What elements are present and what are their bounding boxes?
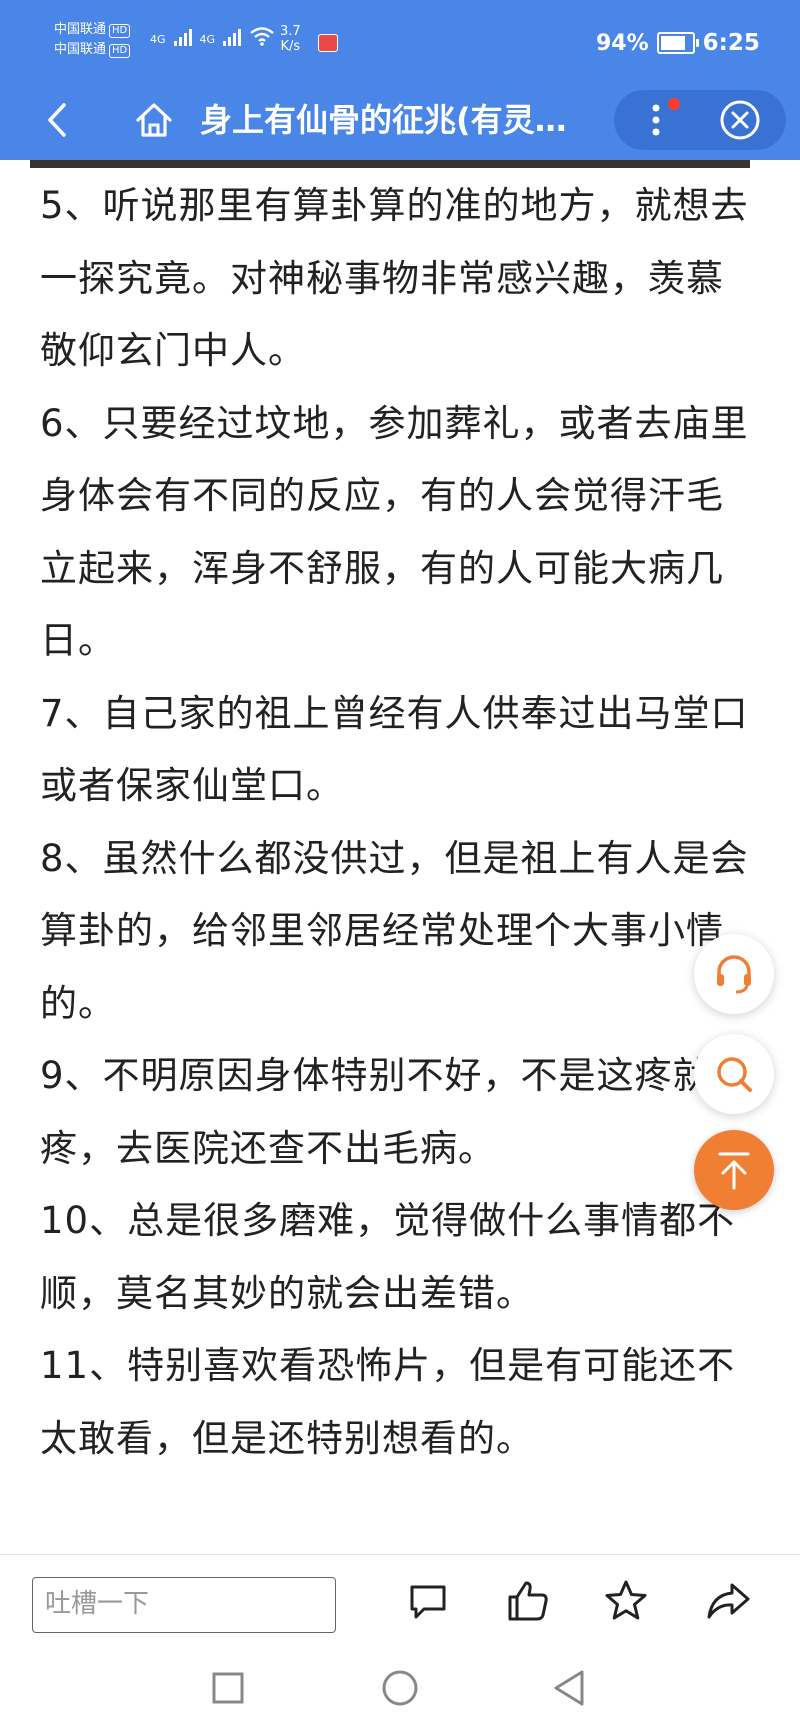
article-paragraph: 8、虽然什么都没供过，但是祖上有人是会算卦的，给邻里邻居经常处理个大事小情的。 <box>40 836 749 1025</box>
notification-app-icon <box>318 34 338 52</box>
speed-unit: K/s <box>280 39 301 54</box>
search-icon <box>717 1057 752 1092</box>
system-navigation-bar <box>0 1642 800 1734</box>
hd-badge: HD <box>109 44 131 58</box>
clock: 6:25 <box>702 30 760 56</box>
network-speed: 3.7 K/s <box>280 24 301 54</box>
bottom-action-bar: 吐槽一下 <box>0 1554 800 1643</box>
signal-bars-icon <box>173 26 192 46</box>
network-type-1: 4G <box>150 33 166 46</box>
top-bar: 中国联通 HD 中国联通 HD 4G 4G 3.7 K/s 94% 6:25 身… <box>0 0 800 160</box>
comment-icon[interactable] <box>404 1577 452 1625</box>
status-bar: 中国联通 HD 中国联通 HD 4G 4G 3.7 K/s 94% 6:25 <box>0 0 800 82</box>
battery-percent: 94% <box>596 30 649 56</box>
back-arrow-icon[interactable] <box>38 100 78 140</box>
page-title: 身上有仙骨的征兆(有灵… <box>200 101 567 139</box>
carrier-name-1: 中国联通 <box>54 22 107 37</box>
article-paragraph: 11、特别喜欢看恐怖片，但是有可能还不太敢看，但是还特别想看的。 <box>40 1344 736 1460</box>
article-body: 5、听说那里有算卦算的准的地方，就想去一探究竟。对神秘事物非常感兴趣，羡慕敬仰玄… <box>40 170 760 1475</box>
carrier-name-2: 中国联通 <box>54 42 107 57</box>
home-icon[interactable] <box>132 98 176 142</box>
article-image-edge <box>30 160 750 168</box>
recent-apps-icon[interactable] <box>204 1664 252 1712</box>
search-button[interactable] <box>694 1034 774 1114</box>
battery-icon <box>656 32 699 54</box>
notification-dot <box>668 98 680 110</box>
battery-status: 94% 6:25 <box>596 30 760 56</box>
customer-support-button[interactable] <box>694 934 774 1014</box>
article-paragraph: 7、自己家的祖上曾经有人供奉过出马堂口或者保家仙堂口。 <box>40 691 749 808</box>
article-paragraph: 10、总是很多磨难，觉得做什么事情都不顺，莫名其妙的就会出差错。 <box>40 1199 736 1315</box>
article-paragraph: 9、不明原因身体特别不好，不是这疼就那疼，去医院还查不出毛病。 <box>40 1054 749 1170</box>
navigation-bar: 身上有仙骨的征兆(有灵… <box>0 82 800 160</box>
carrier-info: 中国联通 HD 中国联通 HD <box>54 20 131 60</box>
arrow-up-icon <box>718 1152 750 1190</box>
comment-input[interactable]: 吐槽一下 <box>32 1577 336 1633</box>
article-paragraph: 6、只要经过坟地，参加葬礼，或者去庙里身体会有不同的反应，有的人会觉得汗毛立起来… <box>40 401 749 663</box>
star-icon[interactable] <box>602 1577 650 1625</box>
close-circle-icon[interactable] <box>716 96 764 144</box>
hd-badge: HD <box>109 24 131 38</box>
article-paragraph: 5、听说那里有算卦算的准的地方，就想去一探究竟。对神秘事物非常感兴趣，羡慕敬仰玄… <box>40 184 749 372</box>
back-to-top-button[interactable] <box>694 1130 774 1210</box>
speed-value: 3.7 <box>280 24 301 39</box>
headset-icon <box>717 955 751 994</box>
share-icon[interactable] <box>704 1577 752 1625</box>
thumbs-up-icon[interactable] <box>504 1577 552 1625</box>
wifi-icon <box>250 27 274 46</box>
back-triangle-icon[interactable] <box>546 1664 594 1712</box>
signal-indicators: 4G 4G <box>150 26 275 46</box>
home-circle-icon[interactable] <box>376 1664 424 1712</box>
signal-bars-icon <box>223 26 242 46</box>
network-type-2: 4G <box>199 33 216 46</box>
